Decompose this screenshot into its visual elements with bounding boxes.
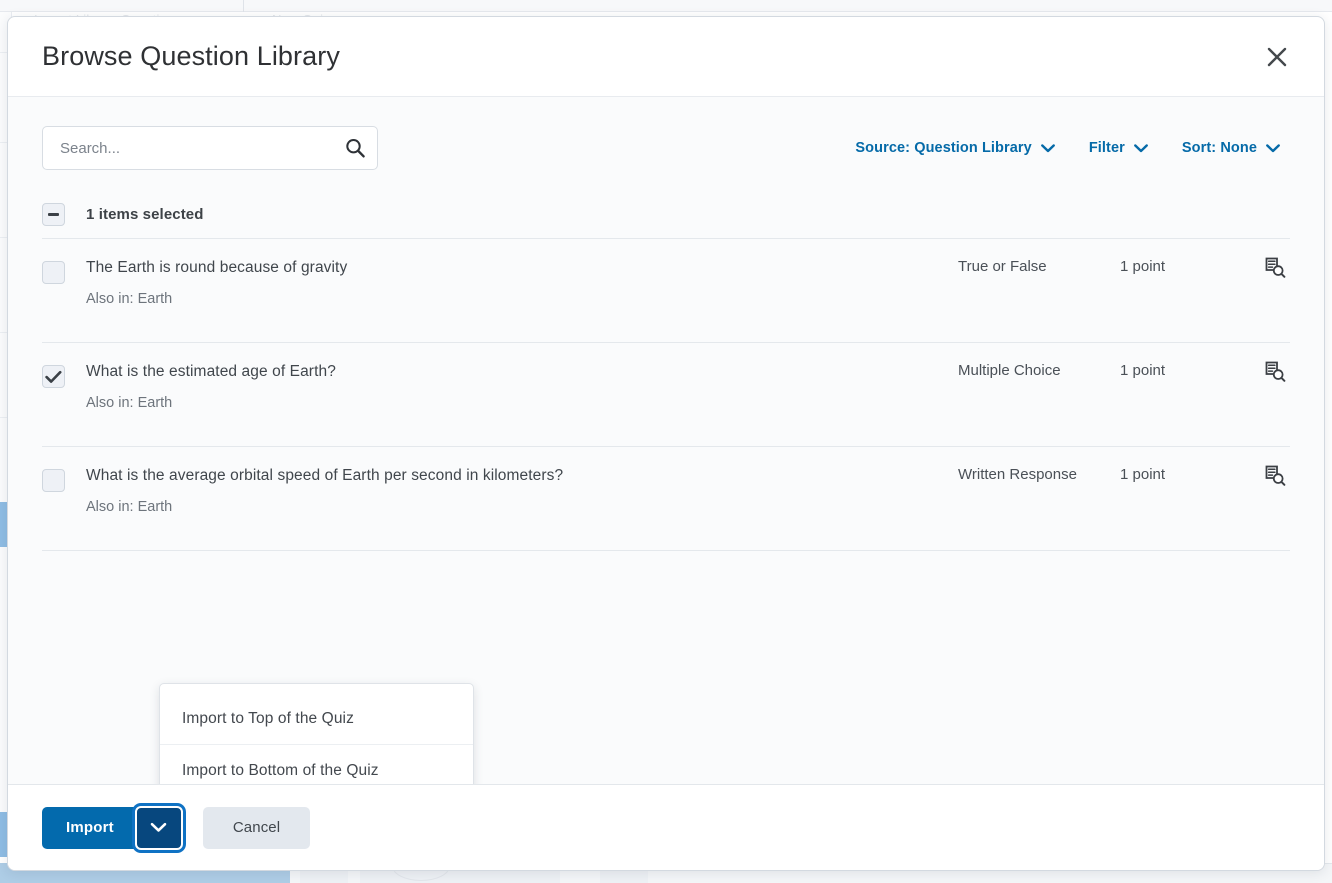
dialog-footer: Import Cancel xyxy=(8,784,1324,870)
question-checkbox[interactable] xyxy=(42,261,65,284)
question-checkbox[interactable] xyxy=(42,469,65,492)
import-dropdown-menu: Import to Top of the Quiz Import to Bott… xyxy=(159,683,474,784)
filter-dropdown[interactable]: Filter xyxy=(1089,140,1148,156)
question-also-in: Also in: Earth xyxy=(86,395,173,411)
question-also-in: Also in: Earth xyxy=(86,291,173,307)
question-type: Multiple Choice xyxy=(958,362,1061,379)
search-icon-glyph xyxy=(346,139,365,158)
menu-item-label: Import to Top of the Quiz xyxy=(182,709,354,727)
question-points: 1 point xyxy=(1120,258,1166,275)
chevron-down-icon xyxy=(1266,143,1280,152)
question-points: 1 point xyxy=(1120,362,1166,379)
search-input[interactable] xyxy=(42,126,378,170)
browse-question-library-dialog: Browse Question Library Source: Questi xyxy=(7,16,1325,871)
sort-dropdown[interactable]: Sort: None xyxy=(1182,140,1280,156)
preview-question-icon[interactable] xyxy=(1240,255,1290,279)
preview-question-icon-glyph xyxy=(1265,361,1286,382)
filter-label: Filter xyxy=(1088,140,1125,156)
question-points: 1 point xyxy=(1120,466,1166,483)
select-all-checkbox[interactable] xyxy=(42,202,65,226)
background-tab-strip xyxy=(0,0,1332,12)
search-icon[interactable] xyxy=(338,131,372,165)
search-field-wrapper xyxy=(42,126,378,170)
question-text-column: The Earth is round because of gravity Al… xyxy=(86,255,958,310)
import-options-toggle[interactable] xyxy=(134,805,183,850)
question-type: True or False xyxy=(958,258,1047,275)
background-tab-divider xyxy=(243,0,244,12)
preview-question-icon-glyph xyxy=(1265,257,1286,278)
question-text-column: What is the average orbital speed of Ear… xyxy=(86,463,958,518)
question-title: The Earth is round because of gravity xyxy=(86,259,348,276)
preview-question-icon-glyph xyxy=(1265,465,1286,486)
question-title: What is the average orbital speed of Ear… xyxy=(86,467,564,484)
checkmark-icon xyxy=(45,370,62,383)
dialog-title: Browse Question Library xyxy=(42,41,340,71)
close-icon[interactable] xyxy=(1256,36,1298,78)
dialog-header: Browse Question Library xyxy=(8,17,1324,97)
question-type: Written Response xyxy=(958,466,1077,483)
select-all-row: 1 items selected xyxy=(42,192,1290,236)
question-checkbox[interactable] xyxy=(42,365,65,388)
dialog-body: Source: Question Library Filter Sort: No… xyxy=(8,97,1324,784)
question-text-column: What is the estimated age of Earth? Also… xyxy=(86,359,958,414)
source-filter-label: Source: Question Library xyxy=(855,140,1032,156)
background-sidebar-active-item xyxy=(0,502,7,547)
question-also-in: Also in: Earth xyxy=(86,499,173,515)
chevron-down-icon xyxy=(1133,143,1148,152)
import-split-button: Import xyxy=(42,805,183,850)
menu-item-label: Import to Bottom of the Quiz xyxy=(182,761,379,779)
toolbar: Source: Question Library Filter Sort: No… xyxy=(42,97,1290,170)
source-filter-dropdown[interactable]: Source: Question Library xyxy=(855,140,1055,156)
chevron-down-icon xyxy=(1040,143,1055,152)
sort-label: Sort: None xyxy=(1181,140,1257,156)
table-row: The Earth is round because of gravity Al… xyxy=(42,239,1290,343)
table-row: What is the estimated age of Earth? Also… xyxy=(42,343,1290,447)
question-title: What is the estimated age of Earth? xyxy=(86,363,336,380)
import-button[interactable]: Import xyxy=(42,806,140,849)
close-icon-glyph xyxy=(1267,47,1287,66)
question-list: The Earth is round because of gravity Al… xyxy=(42,238,1290,551)
toolbar-actions: Source: Question Library Filter Sort: No… xyxy=(855,140,1290,156)
preview-question-icon[interactable] xyxy=(1240,463,1290,487)
preview-question-icon[interactable] xyxy=(1240,359,1290,383)
table-row: What is the average orbital speed of Ear… xyxy=(42,447,1290,551)
background-sidebar-active-item-2 xyxy=(0,812,7,857)
menu-item-import-top[interactable]: Import to Top of the Quiz xyxy=(160,693,473,745)
chevron-down-icon xyxy=(151,822,167,832)
cancel-button[interactable]: Cancel xyxy=(202,806,311,849)
selected-count-label: 1 items selected xyxy=(86,205,204,223)
menu-item-import-bottom[interactable]: Import to Bottom of the Quiz xyxy=(160,745,473,784)
